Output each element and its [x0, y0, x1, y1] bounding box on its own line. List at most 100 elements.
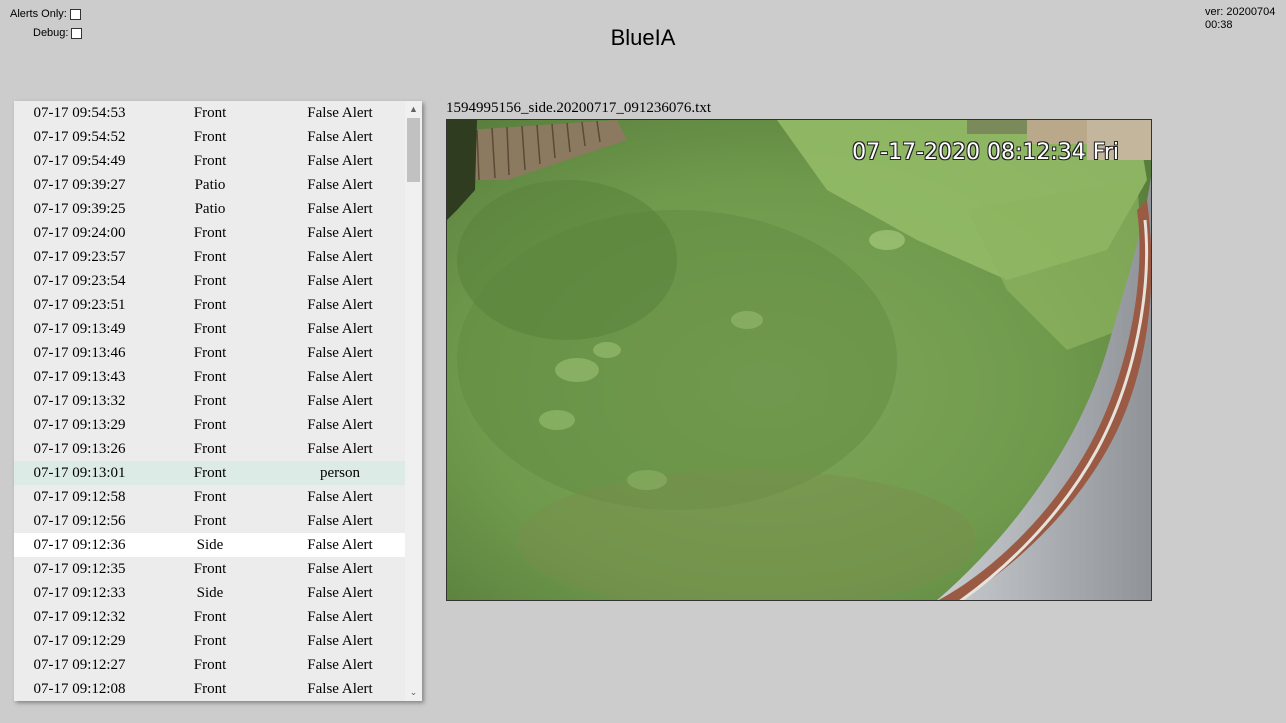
row-camera: Front [193, 632, 227, 649]
row-camera: Front [193, 344, 227, 361]
table-row[interactable]: 07-17 09:12:36 Side False Alert [14, 533, 405, 557]
scroll-down-icon[interactable]: ⌄ [405, 684, 422, 701]
page-title-container: BlueIA [0, 25, 1286, 51]
table-row[interactable]: 07-17 09:12:32 Front False Alert [14, 605, 405, 629]
row-time: 07-17 09:23:51 [33, 296, 126, 313]
row-camera: Front [193, 416, 227, 433]
row-time: 07-17 09:12:58 [33, 488, 126, 505]
row-time: 07-17 09:12:35 [33, 560, 126, 577]
row-time: 07-17 09:12:33 [33, 584, 126, 601]
row-camera: Front [193, 104, 227, 121]
table-row[interactable]: 07-17 09:13:46 Front False Alert [14, 341, 405, 365]
table-row[interactable]: 07-17 09:13:32 Front False Alert [14, 389, 405, 413]
row-result: False Alert [307, 680, 373, 697]
table-row[interactable]: 07-17 09:13:49 Front False Alert [14, 317, 405, 341]
table-row[interactable]: 07-17 09:12:33 Side False Alert [14, 581, 405, 605]
row-result: False Alert [307, 224, 373, 241]
row-time: 07-17 09:12:56 [33, 512, 126, 529]
table-row[interactable]: 07-17 09:23:57 Front False Alert [14, 245, 405, 269]
row-time: 07-17 09:23:57 [33, 248, 126, 265]
row-result: False Alert [307, 176, 373, 193]
row-time: 07-17 09:12:27 [33, 656, 126, 673]
version-time: 00:38 [1205, 19, 1233, 31]
camera-scene-graphic [447, 120, 1151, 600]
alert-list-panel: 07-17 09:54:53 Front False Alert 07-17 09:5… [14, 101, 422, 701]
version-info: ver: 20200704 00:38 [1205, 6, 1280, 32]
table-row[interactable]: 07-17 09:24:00 Front False Alert [14, 221, 405, 245]
row-result: False Alert [307, 344, 373, 361]
table-row[interactable]: 07-17 09:54:52 Front False Alert [14, 125, 405, 149]
row-result: False Alert [307, 440, 373, 457]
row-camera: Front [193, 296, 227, 313]
scroll-thumb[interactable] [407, 118, 420, 182]
row-camera: Front [193, 440, 227, 457]
table-row[interactable]: 07-17 09:23:54 Front False Alert [14, 269, 405, 293]
row-time: 07-17 09:13:01 [33, 464, 126, 481]
table-row[interactable]: 07-17 09:12:35 Front False Alert [14, 557, 405, 581]
table-row[interactable]: 07-17 09:12:58 Front False Alert [14, 485, 405, 509]
table-row[interactable]: 07-17 09:54:53 Front False Alert [14, 101, 405, 125]
table-row[interactable]: 07-17 09:13:01 Front person [14, 461, 405, 485]
row-camera: Side [196, 536, 224, 553]
alerts-only-checkbox[interactable] [69, 8, 81, 20]
row-time: 07-17 09:13:46 [33, 344, 126, 361]
table-row[interactable]: 07-17 09:13:43 Front False Alert [14, 365, 405, 389]
row-result: False Alert [307, 488, 373, 505]
row-result: False Alert [307, 368, 373, 385]
alerts-only-label: Alerts Only: [10, 8, 67, 20]
row-camera: Front [193, 464, 227, 481]
list-scrollbar[interactable]: ▲ ⌄ [405, 101, 422, 701]
scroll-up-icon[interactable]: ▲ [405, 101, 422, 118]
row-camera: Front [193, 488, 227, 505]
row-result: False Alert [307, 296, 373, 313]
row-result: False Alert [307, 536, 373, 553]
row-result: False Alert [307, 584, 373, 601]
row-time: 07-17 09:12:36 [33, 536, 126, 553]
row-result: False Alert [307, 272, 373, 289]
row-result: False Alert [307, 200, 373, 217]
table-row[interactable]: 07-17 09:54:49 Front False Alert [14, 149, 405, 173]
table-row[interactable]: 07-17 09:13:29 Front False Alert [14, 413, 405, 437]
row-result: False Alert [307, 416, 373, 433]
table-row[interactable]: 07-17 09:39:25 Patio False Alert [14, 197, 405, 221]
row-camera: Front [193, 248, 227, 265]
row-result: False Alert [307, 560, 373, 577]
row-camera: Side [196, 584, 224, 601]
row-camera: Front [193, 128, 227, 145]
row-camera: Front [193, 368, 227, 385]
row-time: 07-17 09:23:54 [33, 272, 126, 289]
table-row[interactable]: 07-17 09:12:56 Front False Alert [14, 509, 405, 533]
table-row[interactable]: 07-17 09:12:29 Front False Alert [14, 629, 405, 653]
row-time: 07-17 09:39:27 [33, 176, 126, 193]
row-result: False Alert [307, 104, 373, 121]
table-row[interactable]: 07-17 09:13:26 Front False Alert [14, 437, 405, 461]
camera-timestamp: 07-17-2020 08:12:34 Fri [852, 140, 1119, 165]
row-camera: Front [193, 608, 227, 625]
row-camera: Front [193, 224, 227, 241]
row-time: 07-17 09:13:32 [33, 392, 126, 409]
alert-list: 07-17 09:54:53 Front False Alert 07-17 09:5… [14, 101, 405, 701]
row-camera: Front [193, 272, 227, 289]
row-time: 07-17 09:54:49 [33, 152, 126, 169]
row-camera: Patio [194, 200, 226, 217]
row-time: 07-17 09:24:00 [33, 224, 126, 241]
row-camera: Front [193, 512, 227, 529]
table-row[interactable]: 07-17 09:23:51 Front False Alert [14, 293, 405, 317]
alerts-only-option: Alerts Only: [10, 8, 81, 20]
table-row[interactable]: 07-17 09:39:27 Patio False Alert [14, 173, 405, 197]
table-row[interactable]: 07-17 09:12:08 Front False Alert [14, 677, 405, 701]
row-time: 07-17 09:13:29 [33, 416, 126, 433]
row-camera: Front [193, 320, 227, 337]
row-camera: Front [193, 392, 227, 409]
row-camera: Front [193, 680, 227, 697]
row-time: 07-17 09:54:53 [33, 104, 126, 121]
row-camera: Front [193, 656, 227, 673]
row-result: False Alert [307, 320, 373, 337]
row-result: False Alert [307, 392, 373, 409]
row-time: 07-17 09:39:25 [33, 200, 126, 217]
table-row[interactable]: 07-17 09:12:27 Front False Alert [14, 653, 405, 677]
version-line: ver: 20200704 [1205, 6, 1276, 18]
row-time: 07-17 09:13:26 [33, 440, 126, 457]
row-result: False Alert [307, 656, 373, 673]
camera-image: 07-17-2020 08:12:34 Fri [446, 119, 1152, 601]
